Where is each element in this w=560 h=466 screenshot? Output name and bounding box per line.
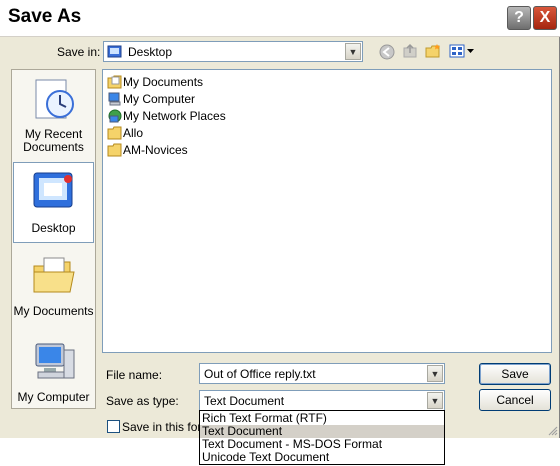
desktop-icon [30, 167, 78, 215]
title-bar: Save As ? X [0, 0, 560, 37]
file-name-value: Out of Office reply.txt [204, 367, 316, 381]
new-folder-icon[interactable] [425, 43, 442, 62]
place-my-documents[interactable]: My Documents [13, 252, 94, 322]
place-my-recent-documents[interactable]: My Recent Documents [13, 76, 94, 158]
checkbox-label: Save in this form [122, 420, 212, 434]
place-label: Desktop [31, 221, 76, 235]
help-button[interactable]: ? [507, 6, 531, 30]
save-button[interactable]: Save [479, 363, 551, 385]
place-desktop[interactable]: Desktop [13, 162, 94, 243]
place-label: My Recent Documents [23, 127, 84, 154]
place-label: My Computer [17, 390, 90, 404]
file-name-label: File name: [106, 368, 163, 382]
file-list[interactable]: My Documents My Computer My Network Plac… [102, 69, 552, 353]
save-in-label: Save in: [57, 45, 101, 59]
chevron-down-icon[interactable]: ▼ [345, 43, 361, 60]
save-in-dropdown[interactable]: Desktop ▼ [103, 41, 363, 62]
save-as-type-label: Save as type: [106, 394, 179, 408]
places-bar: My Recent Documents Desktop My Documents… [11, 69, 96, 409]
my-documents-icon [30, 252, 78, 300]
save-as-type-dropdown[interactable]: Text Document ▼ [199, 390, 445, 411]
file-name: My Documents [123, 75, 204, 89]
up-folder-icon[interactable] [402, 43, 418, 62]
close-button[interactable]: X [533, 6, 557, 30]
chevron-down-icon[interactable]: ▼ [427, 392, 443, 409]
resize-grip-icon[interactable] [546, 424, 558, 439]
folder-icon [107, 142, 123, 161]
place-my-computer[interactable]: My Computer [13, 338, 94, 406]
save-format-checkbox[interactable] [107, 420, 120, 433]
save-in-value: Desktop [128, 45, 173, 59]
save-as-dialog: Save As ? X Save in: Desktop ▼ My Recent… [0, 0, 560, 438]
my-computer-icon [30, 338, 78, 386]
file-name-input[interactable]: Out of Office reply.txt ▼ [199, 363, 445, 384]
chevron-down-icon[interactable]: ▼ [427, 365, 443, 382]
file-name: Allo [123, 126, 144, 140]
type-option[interactable]: Unicode Text Document [200, 451, 444, 464]
back-icon[interactable] [379, 44, 395, 63]
place-label: My Documents [13, 304, 94, 318]
type-options-list[interactable]: Rich Text Format (RTF) Text Document Tex… [199, 410, 445, 465]
file-name: My Computer [123, 92, 196, 106]
window-title: Save As [8, 6, 82, 27]
desktop-small-icon [107, 44, 122, 62]
recent-documents-icon [30, 76, 78, 124]
file-name: AM-Novices [123, 143, 188, 157]
views-menu-icon[interactable] [449, 43, 477, 62]
file-name: My Network Places [123, 109, 226, 123]
cancel-button[interactable]: Cancel [479, 389, 551, 411]
save-as-type-value: Text Document [204, 394, 285, 408]
